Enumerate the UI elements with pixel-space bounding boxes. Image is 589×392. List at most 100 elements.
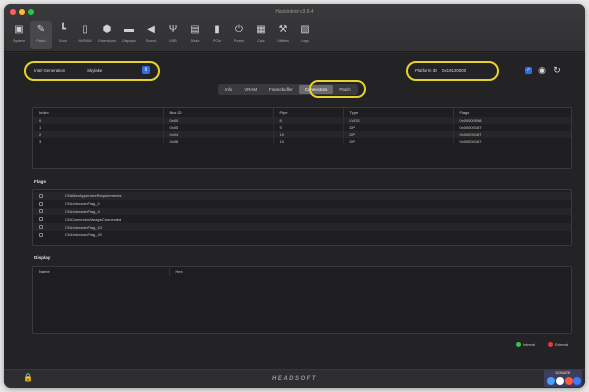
cell-index: 1 bbox=[33, 124, 164, 131]
disk-icon: ▤ bbox=[190, 24, 200, 35]
col-type[interactable]: Type bbox=[343, 108, 454, 117]
tool-label: Boot bbox=[59, 39, 67, 43]
checkbox[interactable] bbox=[39, 232, 43, 237]
tool-label: USB bbox=[169, 39, 177, 43]
cell-type: LVDS bbox=[343, 117, 454, 124]
platform-id-select[interactable]: 0x19120000 bbox=[442, 68, 466, 73]
col-pipe[interactable]: Pipe bbox=[273, 108, 344, 117]
flag-label: CNConnectorAlwaysConnected bbox=[65, 216, 122, 222]
donate-label: DONATE bbox=[555, 371, 571, 375]
checkbox-checked-icon[interactable]: ✓ bbox=[525, 66, 532, 74]
col-index[interactable]: Index bbox=[33, 108, 164, 117]
cell-flags: 0x00000098 bbox=[453, 117, 571, 124]
tool-label: System bbox=[13, 39, 25, 43]
list-item[interactable]: CNUnknownFlag_10 bbox=[33, 223, 571, 231]
cell-pipe: 10 bbox=[273, 138, 344, 145]
table-row[interactable]: 1 0x05 9 DP 0x00000187 bbox=[33, 124, 571, 131]
cell-bus-id: 0x06 bbox=[163, 138, 274, 145]
list-item[interactable]: CNAlterAppertureRequirements bbox=[33, 192, 571, 200]
tool-boot[interactable]: ┗ Boot bbox=[52, 21, 74, 49]
tool-patch[interactable]: ✎ Patch bbox=[30, 21, 52, 49]
flag-label: CNAlterAppertureRequirements bbox=[65, 193, 122, 199]
legend-external: External bbox=[548, 342, 568, 347]
tool-pcie[interactable]: ▮ PCIe bbox=[206, 21, 228, 49]
table-row[interactable]: 3 0x06 10 DP 0x00000187 bbox=[33, 138, 571, 145]
brand-logo: HEADSOFT bbox=[272, 376, 317, 382]
legend-internal-label: Internal bbox=[523, 342, 535, 347]
usb-icon: Ψ bbox=[168, 24, 178, 35]
checkbox[interactable] bbox=[39, 209, 43, 214]
tool-label: Displays bbox=[122, 39, 136, 43]
tool-sound[interactable]: ◀ Sound bbox=[140, 21, 162, 49]
flag-label: CNUnknownFlag_4 bbox=[65, 208, 100, 214]
list-item[interactable]: CNConnectorAlwaysConnected bbox=[33, 215, 571, 223]
col-flags[interactable]: Flags bbox=[453, 108, 571, 117]
list-item[interactable]: CNUnknownFlag_2 bbox=[33, 200, 571, 208]
tool-label: Sound bbox=[145, 39, 157, 43]
tool-calc[interactable]: ▦ Calc bbox=[250, 21, 272, 49]
card-icon bbox=[573, 377, 581, 385]
cell-index: 3 bbox=[33, 138, 164, 145]
header-actions: ✓ ◉ ↻ bbox=[525, 65, 562, 75]
checkbox[interactable] bbox=[39, 201, 43, 206]
window-title: Hackintool v3.8.4 bbox=[275, 9, 314, 15]
chevron-updown-icon[interactable]: ⇕ bbox=[142, 66, 150, 74]
cell-bus-id: 0x00 bbox=[163, 117, 274, 124]
tool-logs[interactable]: ▧ Logs bbox=[294, 21, 316, 49]
tool-nvram[interactable]: ▯ NVRAM bbox=[74, 21, 96, 49]
flags-list: CNAlterAppertureRequirements CNUnknownFl… bbox=[32, 189, 572, 246]
cell-type: DP bbox=[343, 131, 454, 138]
boot-icon: ┗ bbox=[59, 24, 67, 35]
table-row[interactable]: 2 0x04 10 DP 0x00000187 bbox=[33, 131, 571, 138]
checkbox[interactable] bbox=[39, 193, 43, 198]
extensions-icon: ⬢ bbox=[102, 24, 112, 35]
platform-id-label: Platform ID bbox=[415, 68, 437, 73]
tool-disks[interactable]: ▤ Disks bbox=[184, 21, 206, 49]
tool-extensions[interactable]: ⬢ Extensions bbox=[96, 21, 118, 49]
cell-bus-id: 0x04 bbox=[163, 131, 274, 138]
tool-label: Calc bbox=[257, 39, 265, 43]
eye-icon[interactable]: ◉ bbox=[537, 65, 547, 75]
toolbar: ▣ System ✎ Patch ┗ Boot ▯ NVRAM ⬢ Extensions … bbox=[8, 21, 316, 49]
titlebar: Hackintool v3.8.4 ▣ System ✎ Patch ┗ Boot ▯… bbox=[4, 4, 585, 52]
paypal-icon bbox=[547, 377, 555, 385]
tool-label: PCIe bbox=[213, 39, 221, 43]
refresh-icon[interactable]: ↻ bbox=[552, 65, 562, 75]
calculator-icon: ▦ bbox=[256, 24, 266, 35]
cell-pipe: 9 bbox=[273, 124, 344, 131]
col-hex[interactable]: Hex bbox=[169, 267, 571, 276]
card-icon bbox=[556, 377, 564, 385]
tab-vram[interactable]: VRAM bbox=[238, 85, 263, 94]
computer-icon: ▣ bbox=[14, 24, 24, 35]
list-item[interactable]: CNUnknownFlag_4 bbox=[33, 207, 571, 216]
tool-usb[interactable]: Ψ USB bbox=[162, 21, 184, 49]
list-item[interactable]: CNUnknownFlag_20 bbox=[33, 231, 571, 239]
col-bus-id[interactable]: Bus ID bbox=[163, 108, 274, 117]
tool-displays[interactable]: ▬ Displays bbox=[118, 21, 140, 49]
connectors-tab-highlight bbox=[309, 80, 366, 98]
checkbox[interactable] bbox=[39, 217, 43, 222]
display-table: Name Hex bbox=[32, 266, 572, 334]
app-window: Hackintool v3.8.4 ▣ System ✎ Patch ┗ Boot ▯… bbox=[4, 4, 585, 388]
display-title: Display bbox=[34, 255, 51, 260]
tool-label: Extensions bbox=[98, 39, 116, 43]
speaker-icon: ◀ bbox=[147, 24, 155, 35]
tab-framebuffer[interactable]: Framebuffer bbox=[263, 85, 299, 94]
power-icon: ⏻ bbox=[235, 24, 243, 35]
tool-system[interactable]: ▣ System bbox=[8, 21, 30, 49]
cell-index: 2 bbox=[33, 131, 164, 138]
tool-utilities[interactable]: ⚒ Utilities bbox=[272, 21, 294, 49]
flag-label: CNUnknownFlag_10 bbox=[65, 224, 102, 230]
checkbox[interactable] bbox=[39, 225, 43, 230]
tab-info[interactable]: Info bbox=[219, 85, 238, 94]
intel-generation-select[interactable]: Skylake bbox=[87, 68, 102, 73]
flag-label: CNUnknownFlag_20 bbox=[65, 232, 102, 238]
display-icon: ▬ bbox=[124, 24, 134, 35]
donate-button[interactable]: DONATE bbox=[544, 370, 582, 387]
table-row[interactable]: 0 0x00 8 LVDS 0x00000098 bbox=[33, 117, 571, 124]
col-name[interactable]: Name bbox=[33, 267, 170, 276]
cell-type: DP bbox=[343, 124, 454, 131]
connectors-table: Index Bus ID Pipe Type Flags 0 0x00 8 LV… bbox=[32, 107, 572, 169]
tool-power[interactable]: ⏻ Power bbox=[228, 21, 250, 49]
intel-generation-label: Intel Generation bbox=[34, 68, 66, 73]
